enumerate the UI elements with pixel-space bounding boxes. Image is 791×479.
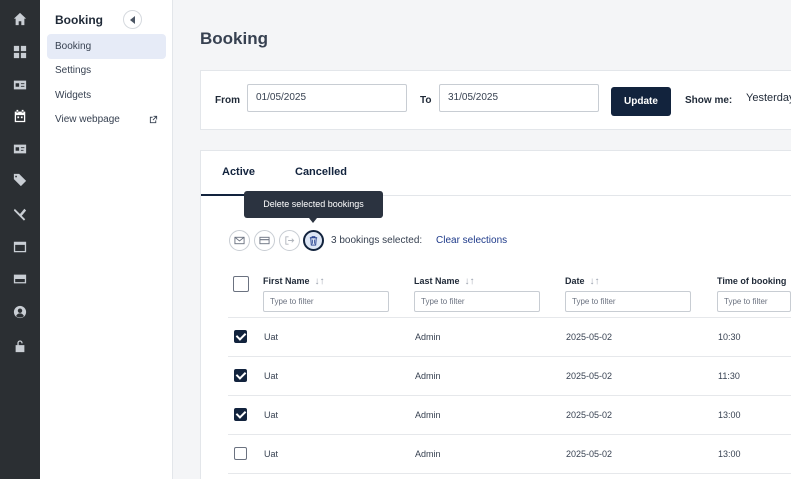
from-date-input[interactable]: 01/05/2025 (247, 84, 407, 112)
row-1-date: 2025-05-02 (566, 332, 613, 342)
date-filter-card: From 01/05/2025 To 31/05/2025 Update Sho… (200, 70, 791, 130)
row-4-time: 13:00 (718, 449, 741, 459)
row-1-checkbox[interactable] (234, 330, 247, 343)
select-all-checkbox[interactable] (233, 276, 249, 292)
delete-tooltip: Delete selected bookings (244, 191, 383, 223)
from-label: From (215, 95, 240, 106)
credit-card-icon[interactable] (10, 269, 30, 289)
column-header-time-of-booking[interactable]: Time of booking (717, 276, 786, 286)
calendar-icon[interactable] (10, 106, 30, 126)
first-name-filter-input[interactable] (263, 291, 389, 312)
row-1-first-name: Uat (264, 332, 279, 342)
row-divider (228, 434, 791, 435)
sidebar-item-widgets[interactable]: Widgets (47, 83, 166, 108)
row-4-checkbox[interactable] (234, 447, 247, 460)
row-2-first-name: Uat (264, 371, 279, 381)
tools-icon[interactable] (10, 204, 30, 224)
sidebar-item-booking[interactable]: Booking (47, 34, 166, 59)
row-1-time: 10:30 (718, 332, 741, 342)
sidebar-title: Booking (55, 13, 103, 27)
selection-count: 3 bookings selected: (331, 235, 423, 246)
row-4-last-name: Admin (415, 449, 441, 459)
row-4-first-name: Uat (264, 449, 279, 459)
sort-icon[interactable]: ↓↑ (590, 276, 600, 287)
row-divider (228, 317, 791, 318)
column-label: Date (565, 276, 585, 286)
collapse-sidebar-button[interactable] (123, 10, 142, 29)
row-4-date: 2025-05-02 (566, 449, 613, 459)
row-3-first-name: Uat (264, 410, 279, 420)
column-label: First Name (263, 276, 310, 286)
row-divider (228, 395, 791, 396)
delete-button[interactable] (303, 230, 324, 251)
mail-icon (234, 236, 245, 245)
tab-cancelled[interactable]: Cancelled (295, 166, 347, 178)
row-3-time: 13:00 (718, 410, 741, 420)
sidebar-item-view-webpage[interactable]: View webpage (47, 107, 166, 132)
sort-icon[interactable]: ↓↑ (465, 276, 475, 287)
column-header-first-name[interactable]: First Name ↓↑ (263, 276, 325, 287)
user-circle-icon[interactable] (10, 302, 30, 322)
icon-rail (0, 0, 40, 479)
window-icon[interactable] (10, 237, 30, 257)
payment-button[interactable] (254, 230, 275, 251)
tab-active[interactable]: Active (222, 166, 255, 178)
email-button[interactable] (229, 230, 250, 251)
show-me-label: Show me: (685, 95, 733, 106)
sort-icon[interactable]: ↓↑ (315, 276, 325, 287)
sidebar: Booking Booking Settings Widgets View we… (40, 0, 173, 479)
last-name-filter-input[interactable] (414, 291, 540, 312)
external-link-icon (149, 115, 158, 124)
unlock-icon[interactable] (10, 336, 30, 356)
tags-icon[interactable] (10, 170, 30, 190)
row-2-checkbox[interactable] (234, 369, 247, 382)
id-card-icon[interactable] (10, 139, 30, 159)
export-icon (285, 236, 295, 245)
payment-icon (259, 236, 270, 245)
update-button[interactable]: Update (611, 87, 671, 116)
row-2-time: 11:30 (718, 371, 740, 381)
booking-tabs: Active Cancelled (201, 151, 791, 196)
row-3-checkbox[interactable] (234, 408, 247, 421)
column-label: Time of booking (717, 276, 787, 286)
sidebar-item-settings[interactable]: Settings (47, 58, 166, 83)
row-2-last-name: Admin (415, 371, 441, 381)
column-header-date[interactable]: Date ↓↑ (565, 276, 600, 287)
dashboard-icon[interactable] (10, 42, 30, 62)
date-filter-input[interactable] (565, 291, 691, 312)
row-1-last-name: Admin (415, 332, 441, 342)
to-label: To (420, 95, 432, 106)
column-label: Last Name (414, 276, 460, 286)
export-button[interactable] (279, 230, 300, 251)
row-3-date: 2025-05-02 (566, 410, 613, 420)
clear-selections-link[interactable]: Clear selections (436, 235, 507, 246)
row-divider (228, 473, 791, 474)
to-date-input[interactable]: 31/05/2025 (439, 84, 599, 112)
row-2-date: 2025-05-02 (566, 371, 613, 381)
trash-icon (309, 236, 318, 246)
row-divider (228, 356, 791, 357)
home-icon[interactable] (10, 9, 30, 29)
sidebar-item-label: View webpage (55, 114, 120, 125)
time-filter-input[interactable] (717, 291, 791, 312)
column-header-last-name[interactable]: Last Name ↓↑ (414, 276, 475, 287)
contact-card-icon[interactable] (10, 75, 30, 95)
page-title: Booking (200, 29, 268, 48)
show-me-select[interactable]: Yesterday (746, 92, 791, 104)
row-3-last-name: Admin (415, 410, 441, 420)
